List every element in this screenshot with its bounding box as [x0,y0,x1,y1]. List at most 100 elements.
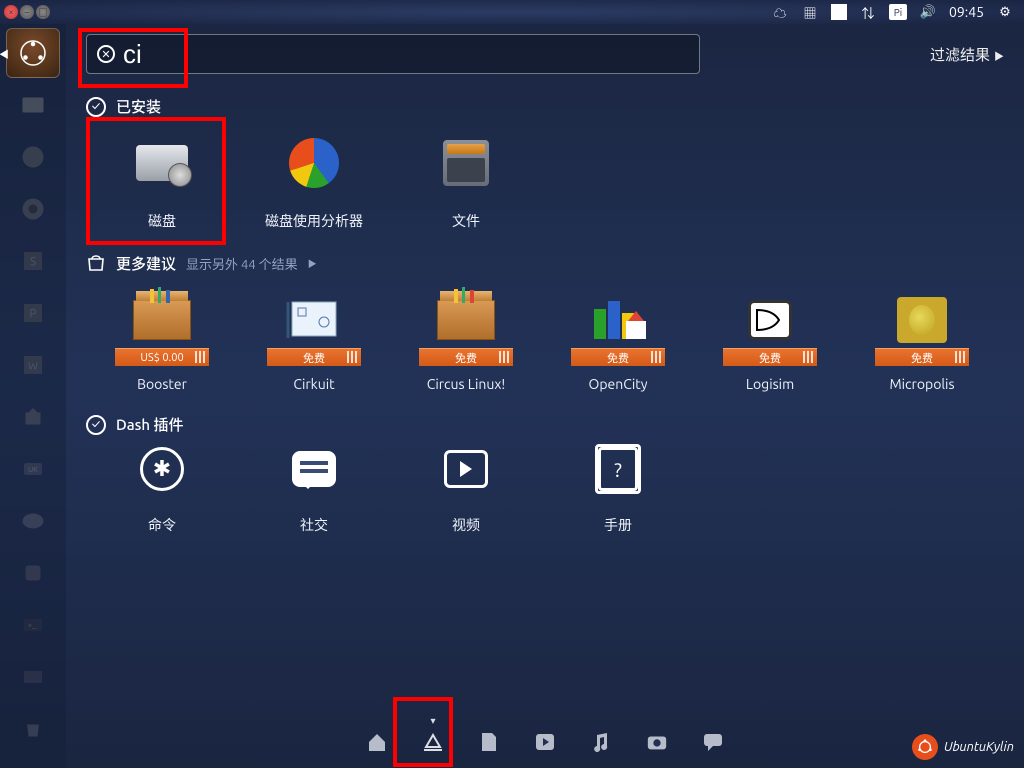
app-micropolis[interactable]: 免费 Micropolis [846,284,998,392]
calendar-indicator[interactable]: ▦ [801,3,819,21]
blank-indicator[interactable] [831,4,847,20]
ubuntukylin-logo-icon [912,734,938,760]
launcher-disk[interactable] [6,496,60,546]
volume-indicator[interactable]: 🔊 [919,3,937,21]
search-bar[interactable]: ✕ [86,34,700,74]
bag-icon [86,253,106,274]
search-input[interactable] [123,39,623,70]
opencity-icon [590,301,646,339]
app-opencity[interactable]: 免费 OpenCity [542,284,694,392]
lens-social[interactable] [702,731,724,753]
section-dash-plugins-title: Dash 插件 [116,414,184,435]
filter-results-label: 过滤结果 [930,46,990,63]
section-installed-header[interactable]: ✓ 已安装 [86,96,1004,117]
network-indicator[interactable]: ⇅ [859,3,877,21]
svg-text:S: S [30,256,36,269]
app-label: Booster [137,376,187,392]
lens-bar [66,716,1024,768]
dash-button[interactable]: ◀ [6,28,60,78]
launcher: ◀ S P W UK >_ [0,24,66,768]
launcher-firefox[interactable] [6,132,60,182]
clear-search-icon[interactable]: ✕ [97,45,115,63]
launcher-chrome[interactable] [6,184,60,234]
weather-indicator[interactable]: ☁ [771,3,789,21]
price-tag: 免费 [723,348,817,366]
svg-text:W: W [28,360,38,372]
app-logisim[interactable]: 免费 Logisim [694,284,846,392]
app-label: 磁盘使用分析器 [265,211,363,231]
launcher-trash[interactable] [6,704,60,754]
maximize-button[interactable]: □ [36,5,50,19]
lens-home[interactable] [366,731,388,753]
launcher-item-12[interactable] [6,652,60,702]
close-button[interactable]: × [4,5,18,19]
speech-icon [292,451,336,487]
section-installed-title: 已安装 [116,96,161,117]
asterisk-icon: ✱ [140,447,184,491]
input-method-indicator[interactable]: Pi [889,4,907,20]
lens-photos[interactable] [646,731,668,753]
app-label: 文件 [452,211,480,231]
app-label: Logisim [746,376,794,392]
app-files[interactable]: 文件 [390,127,542,231]
app-circus[interactable]: 免费 Circus Linux! [390,284,542,392]
section-suggestions-title: 更多建议 [116,253,176,274]
clock[interactable]: 09:45 [949,3,984,21]
package-icon [437,300,495,340]
disks-icon [136,145,188,181]
section-suggestions-header[interactable]: 更多建议 显示另外 44 个结果 ▶ [86,253,1004,274]
lens-music[interactable] [590,731,612,753]
launcher-files[interactable] [6,80,60,130]
price-tag: 免费 [875,348,969,366]
app-label: Cirkuit [293,376,334,392]
launcher-software-center[interactable] [6,392,60,442]
price-tag: 免费 [419,348,513,366]
ubuntukylin-brand: UbuntuKylin [912,734,1014,760]
price-tag: 免费 [267,348,361,366]
lens-video[interactable] [534,731,556,753]
plugin-manual[interactable]: ? 手册 [542,445,694,535]
system-settings-indicator[interactable]: ⚙ [996,3,1014,21]
launcher-item-10[interactable] [6,548,60,598]
plugin-label: 命令 [148,515,176,535]
files-icon [443,140,489,186]
plugin-commands[interactable]: ✱ 命令 [86,445,238,535]
launcher-uk[interactable]: UK [6,444,60,494]
app-cirkuit[interactable]: 免费 Cirkuit [238,284,390,392]
plugin-label: 手册 [604,515,632,535]
micropolis-icon [897,297,947,343]
disk-usage-icon [289,138,339,188]
minimize-button[interactable]: – [20,5,34,19]
plugin-social[interactable]: 社交 [238,445,390,535]
indicator-area: ☁ ▦ ⇅ Pi 🔊 09:45 ⚙ [771,3,1024,21]
launcher-app-s[interactable]: S [6,236,60,286]
section-dash-plugins-header[interactable]: ✓ Dash 插件 [86,414,1004,435]
cirkuit-icon [286,298,342,342]
launcher-app-p[interactable]: P [6,288,60,338]
filter-results-button[interactable]: 过滤结果▶ [930,44,1004,65]
lens-applications[interactable] [422,731,444,753]
svg-text:UK: UK [28,466,38,474]
plugin-video[interactable]: 视频 [390,445,542,535]
launcher-app-w[interactable]: W [6,340,60,390]
price-tag: 免费 [571,348,665,366]
section-suggestions: 更多建议 显示另外 44 个结果 ▶ US$ 0.00 Booster 免费 C… [86,253,1004,392]
section-dash-plugins: ✓ Dash 插件 ✱ 命令 社交 视频 ? 手册 [86,414,1004,535]
more-results-label[interactable]: 显示另外 44 个结果 [186,254,298,273]
section-installed: ✓ 已安装 磁盘 磁盘使用分析器 文件 [86,96,1004,231]
svg-text:>_: >_ [28,621,36,629]
price-tag: US$ 0.00 [115,348,209,366]
plugin-label: 视频 [452,515,480,535]
brand-label: UbuntuKylin [944,740,1014,754]
app-label: Circus Linux! [427,376,506,392]
top-panel: × – □ ☁ ▦ ⇅ Pi 🔊 09:45 ⚙ [0,0,1024,24]
chevron-right-icon: ▶ [308,257,317,270]
check-icon: ✓ [86,97,106,117]
video-icon [444,450,488,488]
lens-files[interactable] [478,731,500,753]
app-booster[interactable]: US$ 0.00 Booster [86,284,238,392]
launcher-terminal[interactable]: >_ [6,600,60,650]
app-label: 磁盘 [148,211,176,231]
app-disk-usage[interactable]: 磁盘使用分析器 [238,127,390,231]
app-disks[interactable]: 磁盘 [86,127,238,231]
